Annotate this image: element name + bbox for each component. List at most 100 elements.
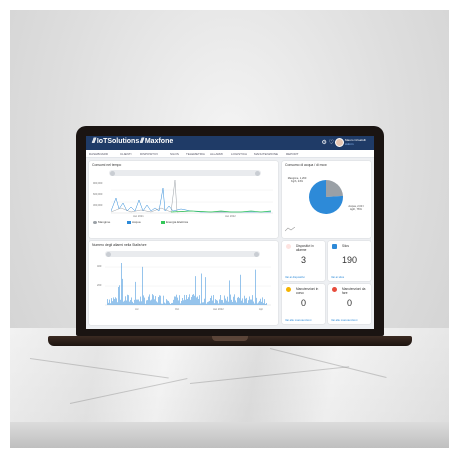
alarm-bar	[264, 299, 265, 305]
silo-icon	[332, 244, 337, 249]
alarm-bar	[107, 299, 108, 305]
zoom-out-icon[interactable]	[110, 170, 115, 176]
kpi-value: 3	[300, 255, 306, 265]
menu-item-allarmi[interactable]: ALLARMI	[210, 152, 223, 156]
alarm-bar	[252, 295, 253, 305]
kpi-card-silos[interactable]: Silos 190 Vai ai silos	[328, 241, 371, 281]
alarm-bar	[244, 295, 245, 305]
alarm-bar	[233, 296, 234, 305]
alarm-bar	[248, 300, 249, 305]
alarm-bar	[108, 302, 109, 305]
alarm-bar	[224, 295, 225, 305]
avatar[interactable]	[335, 138, 344, 147]
alarm-bar	[150, 300, 151, 305]
alarm-bar	[185, 299, 186, 305]
alarm-bar	[218, 303, 219, 305]
alarm-bar	[183, 300, 184, 305]
y-tick: 400	[97, 265, 102, 268]
alarm-bar	[263, 303, 264, 305]
bell-icon[interactable]: ♡	[329, 140, 334, 146]
y-tick: 200	[97, 284, 102, 287]
pie-slice-mangime[interactable]	[326, 180, 343, 197]
alarm-bar	[164, 302, 165, 305]
gear-icon[interactable]: ⚙	[322, 140, 327, 146]
alarm-bar	[255, 269, 256, 305]
menu-item-clienti[interactable]: CLIENTI	[120, 152, 132, 156]
trend-chart	[111, 179, 273, 214]
x-tick: Oct	[175, 308, 180, 311]
zoom-in-icon[interactable]	[254, 251, 259, 257]
alarm-bar	[181, 300, 182, 305]
alarm-bar	[187, 299, 188, 305]
alarm-bar	[168, 301, 169, 305]
tools-icon	[332, 287, 337, 292]
range-slider[interactable]	[109, 170, 261, 176]
alarm-bar	[220, 294, 221, 305]
pie-label-mangime: Mangime, 1,260 Kg/h, 24%	[287, 177, 307, 183]
legend-acqua[interactable]: Acqua	[127, 220, 141, 224]
menu-item-logistica[interactable]: LOGISTICA	[231, 152, 247, 156]
alarm-bar	[241, 300, 242, 305]
alarm-bar	[155, 296, 156, 305]
kpi-link[interactable]: Vai ai dispositivi	[285, 275, 305, 279]
menu-item-telemetria[interactable]: TELEMETRIA	[186, 152, 205, 156]
zoom-out-icon[interactable]	[106, 251, 111, 257]
alarm-bar	[176, 294, 177, 305]
legend-energia[interactable]: Energia Elettrica	[161, 220, 188, 224]
alarm-bar	[135, 281, 136, 305]
pie-panel: Consumo di acqua / di mcw Mangime, 1,260…	[282, 161, 371, 238]
x-tick: Jan 2021	[133, 215, 144, 218]
alarm-bar	[261, 301, 262, 305]
alarm-bar	[182, 297, 183, 305]
alarm-bar	[196, 297, 197, 305]
alarm-bar	[259, 300, 260, 305]
legend-mangime[interactable]: Mangime	[93, 220, 110, 224]
menu-item-report[interactable]: REPORT	[286, 152, 298, 156]
alarm-bar	[178, 300, 179, 305]
alarm-bar	[201, 273, 202, 305]
alarms-panel: Numero degli allarmi nella Stalle/ore 40…	[89, 241, 278, 325]
alarm-bar	[117, 302, 118, 305]
kpi-link[interactable]: Vai ai silos	[331, 275, 344, 279]
alarms-bar-chart	[105, 263, 271, 306]
kpi-link[interactable]: Vai alle manutenzioni	[331, 318, 357, 322]
menu-item-manutenzione[interactable]: MANUTENZIONE	[254, 152, 278, 156]
alarm-bar	[169, 302, 170, 305]
brand-mark-icon: ///	[92, 138, 96, 145]
chart-menu-icon[interactable]	[285, 227, 295, 232]
kpi-title: Silos	[342, 244, 349, 248]
range-slider[interactable]	[105, 251, 260, 257]
user-menu[interactable]: Mauro Crisafulli Admin	[345, 138, 371, 146]
alarm-bar	[127, 294, 128, 305]
menu-item-silos[interactable]: SILOS	[170, 152, 179, 156]
brand-mark-icon: ///	[140, 138, 144, 145]
alarm-bar	[225, 298, 226, 305]
y-tick: 600,000	[93, 193, 103, 196]
menu-item-dispositivi[interactable]: DISPOSITIVI	[140, 152, 158, 156]
alarm-bar	[162, 303, 163, 305]
menu-item-dashboard[interactable]: DASHBOARD	[89, 152, 108, 156]
alarm-bar	[114, 299, 115, 305]
alarm-bar	[129, 301, 130, 305]
kpi-value: 0	[346, 298, 352, 308]
kpi-card-manutenzioni-corso[interactable]: Manutenzioni in corso 0 Vai alle manuten…	[282, 284, 325, 324]
alarm-bar	[211, 295, 212, 305]
zoom-in-icon[interactable]	[255, 170, 260, 176]
alarm-bar	[217, 300, 218, 305]
alarm-bar	[245, 298, 246, 305]
alarm-bar	[231, 299, 232, 305]
alarm-bar	[158, 297, 159, 305]
kpi-card-manutenzioni-fare[interactable]: Manutenzioni da fare 0 Vai alle manutenz…	[328, 284, 371, 324]
alarm-bar	[174, 296, 175, 305]
kpi-card-dispositivi[interactable]: Dispositivi in allarme 3 Vai ai disposit…	[282, 241, 325, 281]
kpi-link[interactable]: Vai alle manutenzioni	[285, 318, 311, 322]
x-tick: Jul	[135, 308, 139, 311]
x-tick: Apr	[259, 308, 264, 311]
brand-logo-iot[interactable]: ///IoTSolutions	[92, 138, 139, 145]
alarm-bar	[235, 300, 236, 305]
legend-swatch	[161, 220, 165, 224]
alarm-bar	[230, 294, 231, 305]
legend-swatch	[127, 220, 131, 224]
alarm-bar	[133, 303, 134, 305]
alarm-bar	[247, 303, 248, 305]
